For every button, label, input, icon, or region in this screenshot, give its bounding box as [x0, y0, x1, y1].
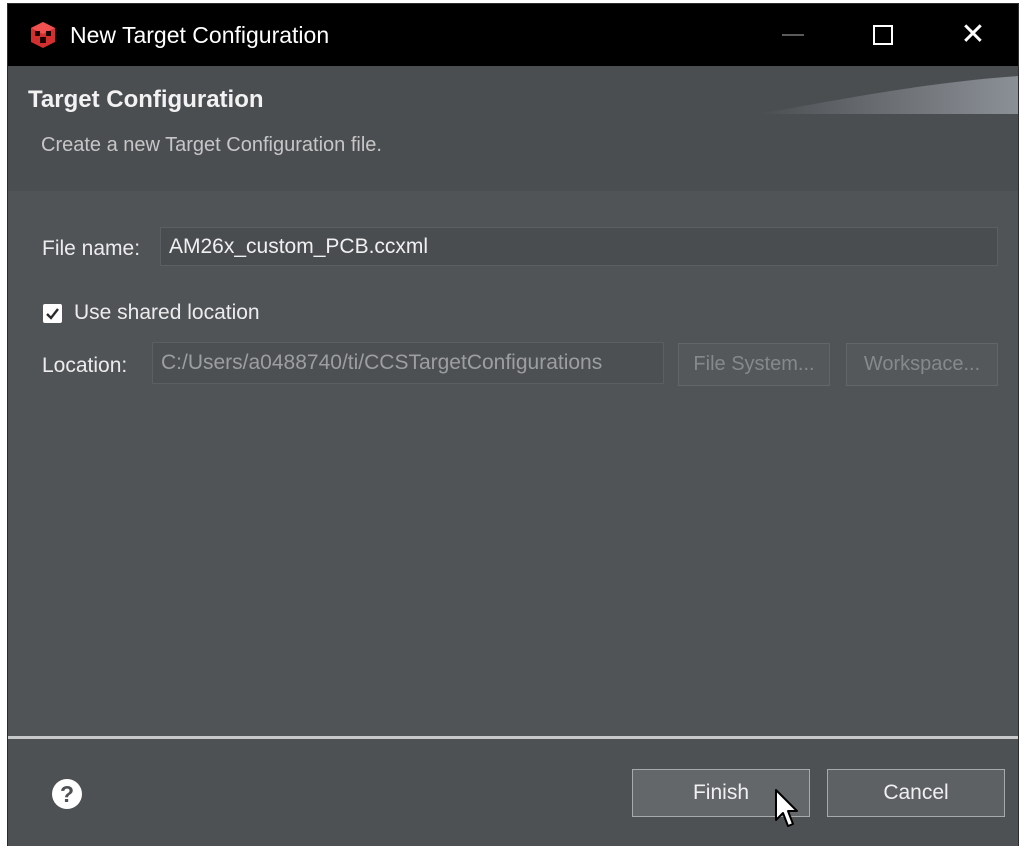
file-name-label: File name:: [42, 237, 141, 260]
page-description: Create a new Target Configuration file.: [41, 134, 382, 156]
banner-swoosh-graphic: [758, 76, 1018, 114]
use-shared-location-label[interactable]: Use shared location: [74, 301, 260, 325]
minimize-button[interactable]: [748, 4, 838, 66]
ccs-cube-app-icon: [31, 22, 55, 48]
wizard-banner: Target Configuration Create a new Target…: [8, 66, 1018, 253]
file-system-button: File System...: [678, 343, 830, 386]
close-icon: ✕: [960, 17, 986, 52]
window-controls: ✕: [748, 4, 1018, 66]
file-name-input[interactable]: AM26x_custom_PCB.ccxml: [160, 227, 998, 266]
location-label: Location:: [42, 354, 128, 377]
question-mark-icon[interactable]: ?: [52, 779, 82, 809]
cancel-button[interactable]: Cancel: [827, 769, 1005, 817]
mouse-pointer-icon: [775, 789, 798, 827]
maximize-button[interactable]: [838, 4, 928, 66]
page-title: Target Configuration: [28, 86, 264, 113]
close-button[interactable]: ✕: [928, 4, 1018, 66]
checkmark-icon: [46, 308, 59, 320]
use-shared-location-checkbox[interactable]: [43, 304, 62, 323]
wizard-content: File name: AM26x_custom_PCB.ccxml Use sh…: [8, 191, 1018, 736]
button-bar: ? Finish Cancel: [8, 739, 1018, 846]
new-target-configuration-dialog: New Target Configuration ✕ Target Config: [8, 4, 1018, 846]
location-input: C:/Users/a0488740/ti/CCSTargetConfigurat…: [152, 342, 664, 384]
minimize-icon: [782, 34, 804, 36]
window-title: New Target Configuration: [70, 21, 330, 48]
workspace-button: Workspace...: [846, 343, 998, 386]
maximize-icon: [873, 25, 893, 45]
title-bar[interactable]: New Target Configuration ✕: [8, 4, 1018, 66]
